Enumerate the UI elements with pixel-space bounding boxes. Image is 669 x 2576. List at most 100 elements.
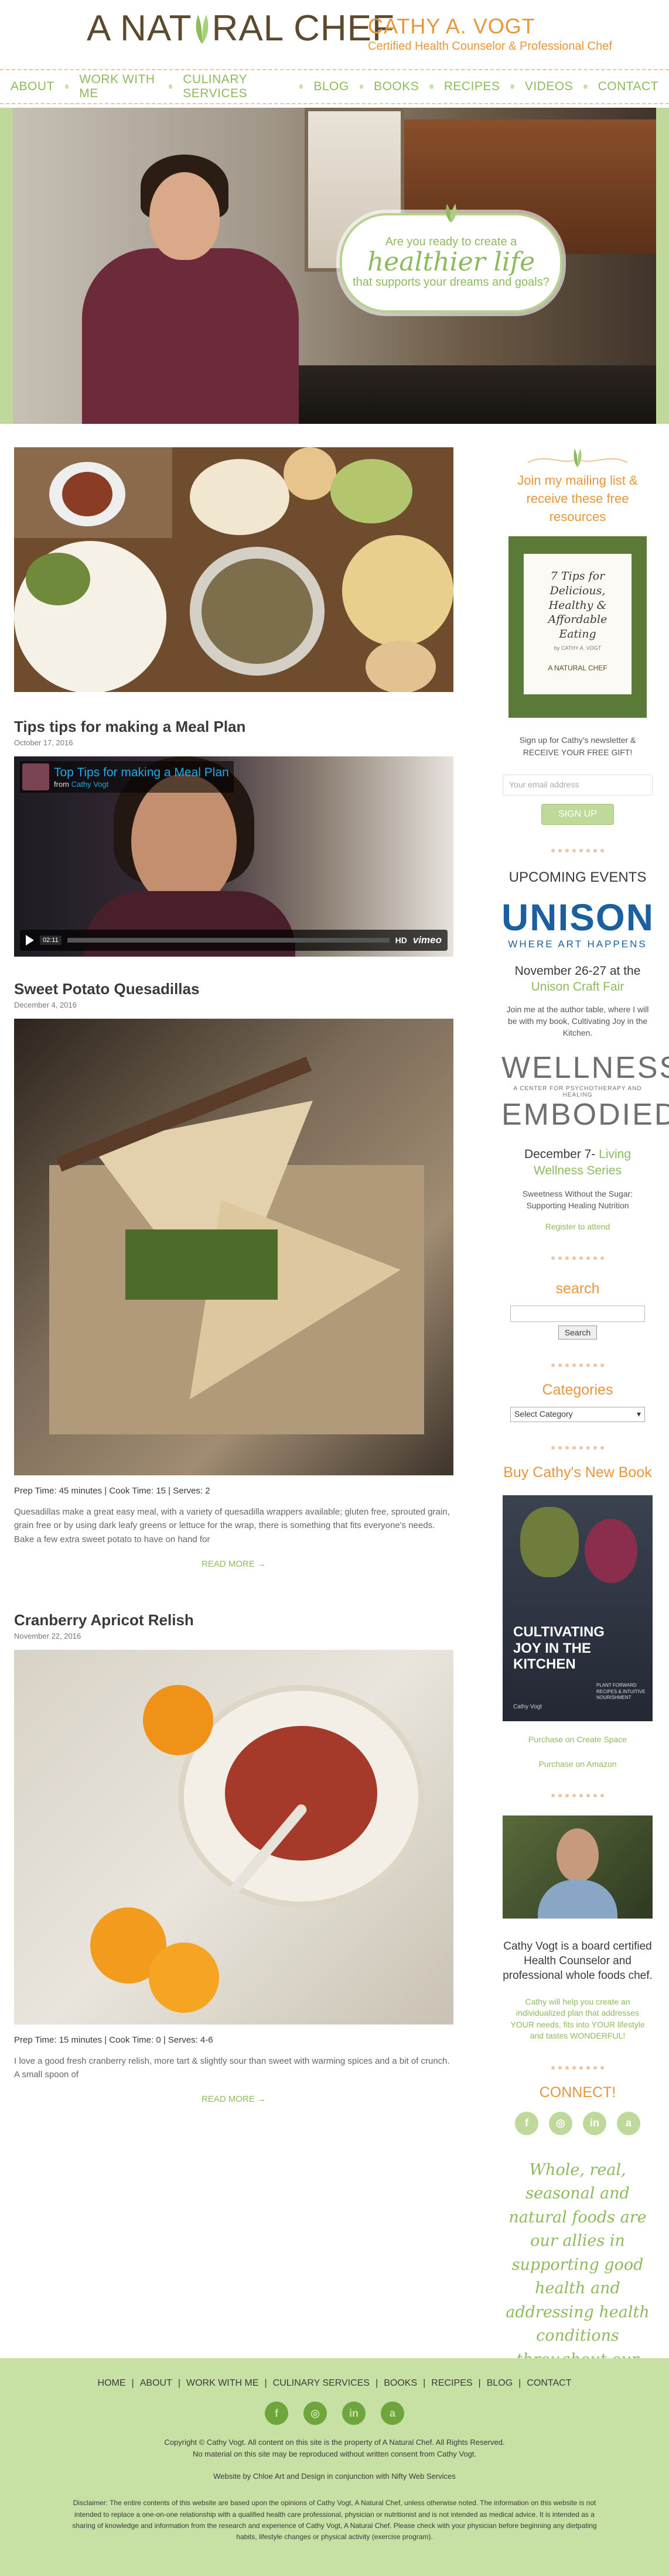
event-1-date: November 26-27 at the [514,964,641,978]
author-body [538,1880,617,1919]
nav-contact[interactable]: CONTACT [588,80,669,94]
read-more-link[interactable]: READ MORE → [14,1559,453,1569]
blog-main: Tips tips for making a Meal Plan October… [14,447,453,2104]
quesadilla-photo[interactable] [14,1019,453,1475]
no-reproduction-text: No material on this site may be reproduc… [192,2450,477,2459]
unison-logo[interactable]: UNISON WHERE ART HAPPENS [501,899,654,950]
footer-nav-recipes[interactable]: RECIPES [431,2378,472,2389]
register-link[interactable]: Register to attend [501,1221,654,1233]
nav-about[interactable]: ABOUT [0,80,65,94]
flatbread [284,447,336,500]
vimeo-logo[interactable]: vimeo [413,934,442,946]
linkedin-icon[interactable]: in [583,2111,606,2135]
nav-culinary-services[interactable]: CULINARY SERVICES [172,73,299,101]
footer-nav-work-with-me[interactable]: WORK WITH ME [186,2378,259,2389]
section-divider [501,1252,654,1263]
featured-food-image[interactable] [14,447,453,692]
footer-nav-blog[interactable]: BLOG [487,2378,513,2389]
signup-button[interactable]: SIGN UP [541,803,614,825]
event-1-name[interactable]: Unison Craft Fair [531,980,624,994]
event-1-heading: November 26-27 at the Unison Craft Fair [501,963,654,995]
wellness-logo[interactable]: WELLNESS A CENTER FOR PSYCHOTHERAPY AND … [501,1051,669,1130]
site-footer: HOME | ABOUT | WORK WITH ME | CULINARY SERV… [0,2358,669,2576]
purchase-createspace-link[interactable]: Purchase on Create Space [501,1734,654,1746]
category-select[interactable]: Select Category ▾ [510,1407,645,1423]
section-divider [501,1359,654,1370]
wellness-logo-text: WELLNESS [501,1051,669,1085]
event-1-text: Join me at the author table, where I wil… [506,1004,649,1038]
site-header: A NAT RAL CHEF CATHY A. VOGT Certified H… [0,0,669,69]
instagram-icon[interactable]: ◎ [549,2111,572,2135]
post-date: November 22, 2016 [14,1631,81,1640]
purchase-amazon-link[interactable]: Purchase on Amazon [501,1759,654,1770]
nav-blog[interactable]: BLOG [303,80,359,94]
guide-brand: A NATURAL CHEF [548,663,607,672]
nav-books[interactable]: BOOKS [363,80,429,94]
nav-recipes[interactable]: RECIPES [434,80,511,94]
post-title[interactable]: Sweet Potato Quesadillas [14,980,453,998]
wellness-tagline: A CENTER FOR PSYCHOTHERAPY AND HEALING [513,1085,642,1099]
footer-nav-contact[interactable]: CONTACT [527,2378,571,2389]
hummus [342,535,453,646]
nav-work-with-me[interactable]: WORK WITH ME [69,73,169,101]
leaf-icon [196,15,208,44]
post-title[interactable]: Cranberry Apricot Relish [14,1611,453,1629]
amazon-icon[interactable]: a [381,2402,404,2425]
event-2-heading: December 7- Living Wellness Series [501,1146,654,1179]
footer-credit: Website by Chloe Art and Design in conju… [213,2472,456,2481]
unison-logo-text: UNISON [501,896,654,938]
search-input[interactable] [510,1306,645,1323]
facebook-icon[interactable]: f [515,2111,538,2135]
mailing-heading: Join my mailing list & receive these fre… [517,473,638,524]
free-guide-cover[interactable]: 7 Tips for Delicious, Healthy & Affordab… [508,536,647,718]
site-logo[interactable]: A NAT RAL CHEF [87,11,395,47]
search-button[interactable]: Search [558,1325,598,1340]
linkedin-icon[interactable]: in [342,2402,366,2425]
footer-nav-separator: | [178,2378,180,2388]
footer-nav-home[interactable]: HOME [98,2378,126,2389]
book-cover[interactable]: CULTIVATING JOY IN THE KITCHEN PLANT FOR… [503,1495,653,1722]
hero-chef-body [82,248,299,424]
post-title[interactable]: Tips tips for making a Meal Plan [14,718,453,736]
content-area: Tips tips for making a Meal Plan October… [0,424,669,2397]
book-title: Buy Cathy's New Book [503,1464,652,1481]
footer-nav-culinary-services[interactable]: CULINARY SERVICES [273,2378,370,2389]
video-player[interactable]: Top Tips for making a Meal Plan from Cat… [14,756,453,957]
video-hd-toggle[interactable]: HD [395,936,407,945]
footer-nav-books[interactable]: BOOKS [384,2378,417,2389]
video-author[interactable]: Cathy Vogt [71,780,109,789]
nav-videos[interactable]: VIDEOS [514,80,583,94]
post-date: December 4, 2016 [14,1001,77,1009]
email-input[interactable]: Your email address [503,774,653,796]
video-progress-bar[interactable] [67,938,390,943]
hero-chef-face [149,172,220,260]
instagram-icon[interactable]: ◎ [303,2402,327,2425]
video-author-avatar[interactable] [22,763,49,790]
cranberry-relish-photo[interactable] [14,1649,453,2025]
signup-text: Sign up for Cathy's newsletter & RECEIVE… [519,735,636,757]
footer-nav-separator: | [376,2378,378,2388]
categories-title: Categories [542,1382,613,1399]
orange [143,1684,213,1755]
post-excerpt: I love a good fresh cranberry relish, mo… [14,2056,450,2080]
event-2-text: Sweetness Without the Sugar: Supporting … [522,1189,633,1211]
hero-callout-box: Are you ready to create a healthier life… [340,213,562,313]
greens [26,553,90,605]
read-more-link[interactable]: READ MORE → [14,2094,453,2104]
hero-banner: Are you ready to create a healthier life… [0,108,669,424]
social-links: f ◎ in a [501,2111,654,2135]
grain-salad [202,559,313,664]
footer-nav-about[interactable]: ABOUT [140,2378,172,2389]
quesadilla-filling [125,1229,278,1300]
video-title-bar[interactable]: Top Tips for making a Meal Plan from Cat… [20,761,234,793]
author-photo[interactable] [503,1815,653,1919]
play-icon[interactable] [26,935,34,946]
section-divider [501,1790,654,1800]
unison-tagline: WHERE ART HAPPENS [508,938,647,950]
facebook-icon[interactable]: f [265,2402,288,2425]
book-cover-author: Cathy Vogt [513,1704,542,1711]
amazon-icon[interactable]: a [617,2111,640,2135]
category-select-value: Select Category [514,1409,573,1419]
video-title[interactable]: Top Tips for making a Meal Plan [54,766,229,780]
guide-author: by CATHY A. VOGT [554,645,602,651]
